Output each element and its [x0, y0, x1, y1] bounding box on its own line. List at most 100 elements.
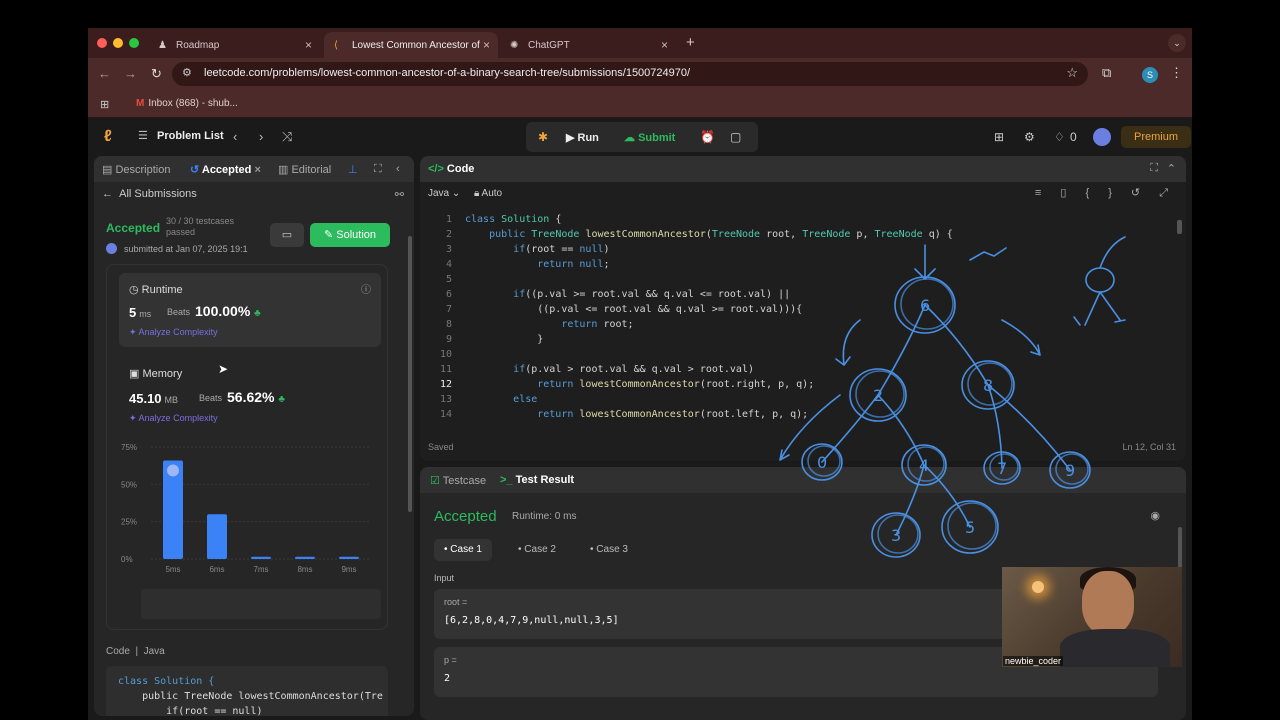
- code-line[interactable]: 3 if(root == null): [420, 242, 1186, 257]
- site-info-icon[interactable]: ⚙: [182, 66, 192, 79]
- y-tick-label: 75%: [121, 443, 137, 452]
- share-link-icon[interactable]: ⚯: [395, 188, 404, 201]
- chart-range-scrubber[interactable]: [141, 589, 381, 619]
- apps-grid-icon[interactable]: ⊞: [100, 98, 109, 111]
- maximize-icon[interactable]: ⛶: [374, 163, 382, 176]
- tab-search-button[interactable]: ⌄: [1168, 34, 1186, 52]
- tab-chatgpt[interactable]: ✺ ChatGPT ×: [500, 32, 676, 58]
- maximize-icon[interactable]: ⛶: [1150, 162, 1158, 175]
- notes-icon[interactable]: ▢: [730, 130, 741, 144]
- minimize-window-button[interactable]: [113, 38, 123, 48]
- auto-mode-toggle[interactable]: 🔒︎ Auto: [474, 188, 502, 199]
- code-line[interactable]: 5: [420, 272, 1186, 287]
- tab-accepted[interactable]: ↺ Accepted ×: [190, 163, 261, 176]
- layout-icon[interactable]: ⊞: [994, 130, 1004, 144]
- code-line[interactable]: 4 return null;: [420, 257, 1186, 272]
- histogram-bar[interactable]: [207, 514, 227, 559]
- tab-roadmap[interactable]: ♟ Roadmap ×: [148, 32, 320, 58]
- case-2-tab[interactable]: • Case 2: [508, 539, 566, 561]
- solutions-tab-icon[interactable]: ⊥: [348, 163, 358, 176]
- x-tick-label: 8ms: [297, 565, 312, 574]
- url-input[interactable]: ⚙ leetcode.com/problems/lowest-common-an…: [172, 62, 1088, 86]
- tab-test-result[interactable]: >_ Test Result: [500, 474, 574, 486]
- maximize-window-button[interactable]: [129, 38, 139, 48]
- histogram-bar[interactable]: [251, 556, 271, 559]
- code-line[interactable]: 1 class Solution {: [420, 212, 1186, 227]
- code-line[interactable]: 6 if((p.val >= root.val && q.val <= root…: [420, 287, 1186, 302]
- line-text: public TreeNode lowestCommonAncestor(Tre…: [489, 229, 953, 240]
- memory-title-label: Memory: [142, 368, 183, 380]
- y-tick-label: 25%: [121, 518, 137, 527]
- solution-button[interactable]: ✎ Solution: [310, 223, 390, 247]
- code-lines[interactable]: 1 class Solution {2 public TreeNode lowes…: [420, 212, 1186, 422]
- case-1-tab[interactable]: • Case 1: [434, 539, 492, 561]
- tab-testcase[interactable]: ☑ Testcase: [430, 474, 486, 487]
- runtime-title: ◷ Runtime: [129, 283, 183, 296]
- code-line[interactable]: 11 if(p.val > root.val && q.val > root.v…: [420, 362, 1186, 377]
- submission-status: Accepted: [106, 221, 161, 235]
- close-tab-icon[interactable]: ×: [305, 38, 312, 52]
- shuffle-icon[interactable]: ⤨: [282, 129, 292, 145]
- settings-gear-icon[interactable]: ⚙: [1024, 130, 1035, 144]
- roadmap-icon: ♟: [158, 39, 167, 51]
- tab-leetcode[interactable]: ⟨ Lowest Common Ancestor of ×: [324, 32, 498, 58]
- field-value: 2: [444, 673, 451, 684]
- close-tab-icon[interactable]: ×: [254, 164, 260, 176]
- field-key: p =: [444, 655, 457, 665]
- debug-icon[interactable]: ✱: [538, 130, 548, 144]
- left-scrollbar[interactable]: [408, 236, 412, 512]
- code-line[interactable]: 7 ((p.val <= root.val && q.val >= root.v…: [420, 302, 1186, 317]
- all-submissions-link[interactable]: ← All Submissions: [102, 188, 197, 200]
- extensions-icon[interactable]: ⧉: [1102, 65, 1111, 81]
- premium-button[interactable]: Premium: [1121, 126, 1191, 148]
- code-line[interactable]: 12 return lowestCommonAncestor(root.righ…: [420, 377, 1186, 392]
- line-number: 11: [439, 364, 452, 375]
- eye-icon[interactable]: ◉: [1150, 509, 1160, 522]
- histogram-bar[interactable]: [339, 556, 359, 559]
- code-line[interactable]: 14 return lowestCommonAncestor(root.left…: [420, 407, 1186, 422]
- timer-icon[interactable]: ⏰: [700, 130, 715, 144]
- code-line[interactable]: 8 return root;: [420, 317, 1186, 332]
- histogram-bar[interactable]: [295, 556, 315, 559]
- collapse-up-icon[interactable]: ⌃: [1167, 162, 1176, 175]
- tab-editorial[interactable]: ▥ Editorial: [278, 163, 331, 176]
- line-number: 2: [445, 229, 452, 240]
- runtime-card[interactable]: ◷ Runtime ⓘ 5 ms Beats 100.00% ♣ ✦ Analyz…: [119, 273, 381, 347]
- new-tab-button[interactable]: +: [686, 34, 695, 51]
- code-line[interactable]: 9 }: [420, 332, 1186, 347]
- bookmark-gmail[interactable]: M Inbox (868) - shub...: [136, 98, 238, 109]
- testcases-passed: 30 / 30 testcases passed: [166, 216, 235, 237]
- case-3-tab[interactable]: • Case 3: [580, 539, 638, 561]
- browser-menu-icon[interactable]: ⋮: [1170, 65, 1183, 81]
- language-select[interactable]: Java ⌄: [428, 188, 460, 199]
- user-avatar[interactable]: [1093, 128, 1111, 146]
- submit-button[interactable]: ☁ Submit: [624, 131, 675, 144]
- back-icon[interactable]: ←: [98, 66, 111, 81]
- bookmark-star-icon[interactable]: ☆: [1066, 65, 1078, 81]
- collapse-icon[interactable]: ‹: [396, 163, 400, 175]
- analyze-complexity-link[interactable]: ✦ Analyze Complexity: [129, 327, 218, 338]
- close-window-button[interactable]: [97, 38, 107, 48]
- run-button[interactable]: ▶ Run: [566, 131, 599, 144]
- close-tab-icon[interactable]: ×: [661, 38, 668, 52]
- editor-tools[interactable]: ≡ ▯ { } ↺ ⤢: [1035, 186, 1176, 200]
- analyze-complexity-link[interactable]: ✦ Analyze Complexity: [129, 413, 218, 424]
- code-line[interactable]: 10: [420, 347, 1186, 362]
- editor-scrollbar[interactable]: [1177, 220, 1182, 234]
- code-line[interactable]: 13 else: [420, 392, 1186, 407]
- next-problem-icon[interactable]: ›: [259, 129, 263, 144]
- forward-icon[interactable]: →: [124, 66, 137, 81]
- streak-icon[interactable]: ♢: [1054, 130, 1065, 144]
- y-tick-label: 50%: [121, 480, 137, 489]
- problem-list-link[interactable]: Problem List: [157, 130, 224, 142]
- leetcode-logo-icon[interactable]: ℓ: [104, 128, 112, 146]
- reload-icon[interactable]: ↻: [151, 66, 162, 82]
- close-tab-icon[interactable]: ×: [483, 38, 490, 52]
- prev-problem-icon[interactable]: ‹: [233, 129, 237, 144]
- profile-avatar[interactable]: S: [1142, 67, 1158, 83]
- tab-description[interactable]: ▤ Description: [102, 163, 170, 176]
- all-submissions-label: All Submissions: [119, 188, 197, 200]
- code-line[interactable]: 2 public TreeNode lowestCommonAncestor(T…: [420, 227, 1186, 242]
- info-icon[interactable]: ⓘ: [361, 281, 371, 296]
- notebook-button[interactable]: ▭: [270, 223, 304, 247]
